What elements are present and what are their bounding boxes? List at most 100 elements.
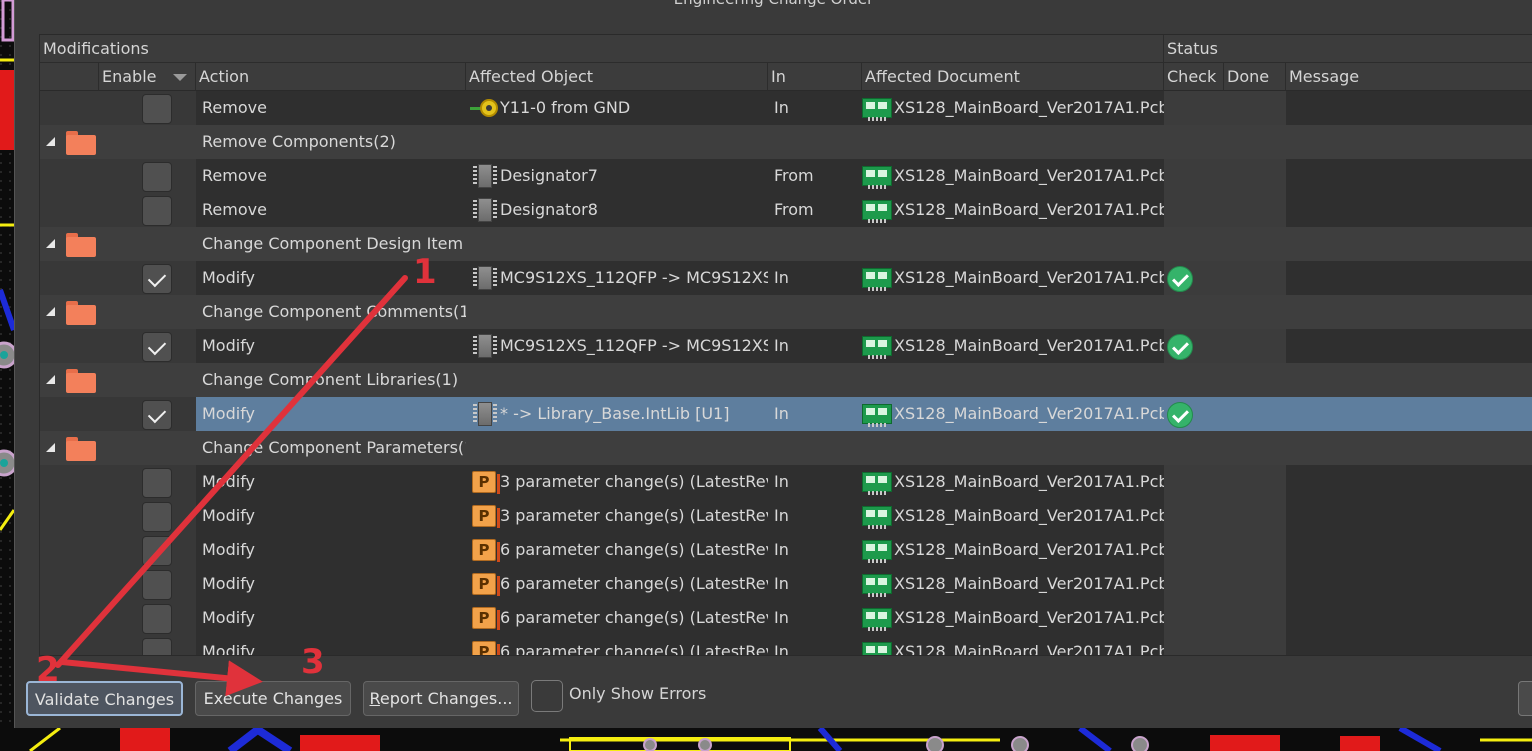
action-cell: Modify xyxy=(202,608,256,627)
status-cell-bg xyxy=(1164,635,1286,655)
in-cell: In xyxy=(774,642,789,656)
row-lead xyxy=(40,91,196,125)
action-cell: Modify xyxy=(202,506,256,525)
column-header-message[interactable]: Message xyxy=(1286,63,1532,91)
affected-object-cell: Y11-0 from GND xyxy=(500,98,631,117)
group-row[interactable]: Remove Components(2) xyxy=(40,125,1532,159)
table-row[interactable]: Modify * -> Library_Base.IntLib [U1] In XS1… xyxy=(40,397,1532,431)
table-row[interactable]: Modify P3 parameter change(s) (LatestRevi… xyxy=(40,499,1532,533)
report-changes-button[interactable]: Report Changes... xyxy=(363,681,519,716)
enable-checkbox[interactable] xyxy=(142,604,172,634)
group-row[interactable]: Change Component Comments(1) xyxy=(40,295,1532,329)
annotation-step-1: 1 xyxy=(413,252,437,292)
row-lead xyxy=(40,499,196,533)
pcb-document-icon xyxy=(862,540,892,563)
row-lead xyxy=(40,397,196,431)
status-group-header: Status xyxy=(1164,35,1532,63)
column-header-blank[interactable] xyxy=(40,63,99,91)
collapse-arrow-icon[interactable] xyxy=(46,307,55,316)
parameter-icon: P xyxy=(472,471,500,494)
column-header-check[interactable]: Check xyxy=(1164,63,1224,91)
net-icon xyxy=(470,98,500,118)
only-show-errors-checkbox[interactable] xyxy=(531,680,563,712)
affected-object-cell: 6 parameter change(s) (LatestRevision) xyxy=(500,540,768,559)
column-header-done[interactable]: Done xyxy=(1224,63,1286,91)
close-button-partial[interactable] xyxy=(1518,681,1532,716)
table-row[interactable]: Remove Designator8 From XS128_MainBoard_Ver… xyxy=(40,193,1532,227)
table-row[interactable]: Modify P3 parameter change(s) (LatestRevi… xyxy=(40,465,1532,499)
status-cell-bg xyxy=(1164,193,1286,227)
enable-checkbox[interactable] xyxy=(142,400,172,430)
table-row[interactable]: Modify P6 parameter change(s) (LatestRevi… xyxy=(40,567,1532,601)
affected-object-cell: Designator7 xyxy=(500,166,598,185)
in-cell: In xyxy=(774,98,789,117)
table-row[interactable]: Remove Y11-0 from GND In XS128_MainBoard_Ve… xyxy=(40,91,1532,125)
affected-object-cell: Designator8 xyxy=(500,200,598,219)
dialog-title: Engineering Change Order xyxy=(15,0,1532,10)
column-header-enable[interactable]: Enable xyxy=(99,63,196,91)
enable-checkbox[interactable] xyxy=(142,536,172,566)
row-lead xyxy=(40,567,196,601)
folder-icon xyxy=(66,233,96,257)
enable-checkbox[interactable] xyxy=(142,468,172,498)
component-icon xyxy=(472,334,498,358)
status-cell-bg xyxy=(1164,159,1286,193)
group-label: Change Component Libraries(1) xyxy=(202,370,459,389)
collapse-arrow-icon[interactable] xyxy=(46,375,55,384)
pcb-document-icon xyxy=(862,404,892,427)
column-header-action[interactable]: Action xyxy=(196,63,466,91)
column-header-in[interactable]: In xyxy=(768,63,862,91)
affected-document-cell: XS128_MainBoard_Ver2017A1.PcbDoc xyxy=(894,268,1164,287)
pcb-document-icon xyxy=(862,608,892,631)
enable-checkbox[interactable] xyxy=(142,264,172,294)
in-cell: In xyxy=(774,608,789,627)
table-row[interactable]: Modify P6 parameter change(s) (LatestRevi… xyxy=(40,533,1532,567)
execute-changes-button[interactable]: Execute Changes xyxy=(195,681,351,716)
group-row[interactable]: Change Component Design Item ID xyxy=(40,227,1532,261)
in-cell: From xyxy=(774,200,814,219)
table-row[interactable]: Modify P6 parameter change(s) (LatestRevi… xyxy=(40,601,1532,635)
affected-object-cell: 3 parameter change(s) (LatestRevision) xyxy=(500,472,768,491)
in-cell: In xyxy=(774,404,789,423)
status-cell-bg xyxy=(1164,533,1286,567)
pcb-document-icon xyxy=(862,472,892,495)
parameter-icon: P xyxy=(472,641,500,655)
only-show-errors-label: Only Show Errors xyxy=(569,684,707,703)
enable-checkbox[interactable] xyxy=(142,570,172,600)
action-cell: Modify xyxy=(202,574,256,593)
component-icon xyxy=(472,198,498,222)
group-row[interactable]: Change Component Libraries(1) xyxy=(40,363,1532,397)
affected-document-cell: XS128_MainBoard_Ver2017A1.PcbDoc xyxy=(894,608,1164,627)
table-row[interactable]: Remove Designator7 From XS128_MainBoard_Ver… xyxy=(40,159,1532,193)
pcb-document-icon xyxy=(862,200,892,223)
enable-checkbox[interactable] xyxy=(142,502,172,532)
table-row[interactable]: Modify P6 parameter change(s) (LatestRevi… xyxy=(40,635,1532,656)
in-cell: In xyxy=(774,336,789,355)
collapse-arrow-icon[interactable] xyxy=(46,443,55,452)
enable-checkbox[interactable] xyxy=(142,332,172,362)
folder-icon xyxy=(66,131,96,155)
pcb-document-icon xyxy=(862,166,892,189)
enable-checkbox[interactable] xyxy=(142,196,172,226)
affected-object-cell: 6 parameter change(s) (LatestRevision) xyxy=(500,574,768,593)
table-row[interactable]: ModifyMC9S12XS_112QFP -> MC9S12XS128InXS… xyxy=(40,329,1532,363)
collapse-arrow-icon[interactable] xyxy=(46,239,55,248)
in-cell: From xyxy=(774,166,814,185)
modifications-group-header: Modifications xyxy=(40,35,1164,63)
group-row[interactable]: Change Component Parameters(16) xyxy=(40,431,1532,465)
affected-document-cell: XS128_MainBoard_Ver2017A1.PcbDoc xyxy=(894,642,1164,656)
table-row[interactable]: ModifyMC9S12XS_112QFP -> MC9S12XS128InXS… xyxy=(40,261,1532,295)
column-header-affected-document[interactable]: Affected Document xyxy=(862,63,1164,91)
check-ok-icon xyxy=(1167,334,1193,360)
component-icon xyxy=(472,402,498,426)
enable-checkbox[interactable] xyxy=(142,94,172,124)
annotation-step-2: 2 xyxy=(36,650,60,690)
folder-icon xyxy=(66,301,96,325)
enable-checkbox[interactable] xyxy=(142,162,172,192)
pcb-document-icon xyxy=(862,574,892,597)
collapse-arrow-icon[interactable] xyxy=(46,137,55,146)
column-header-affected-object[interactable]: Affected Object xyxy=(466,63,768,91)
enable-checkbox[interactable] xyxy=(142,638,172,655)
status-cell-bg xyxy=(1164,567,1286,601)
row-lead xyxy=(40,601,196,635)
